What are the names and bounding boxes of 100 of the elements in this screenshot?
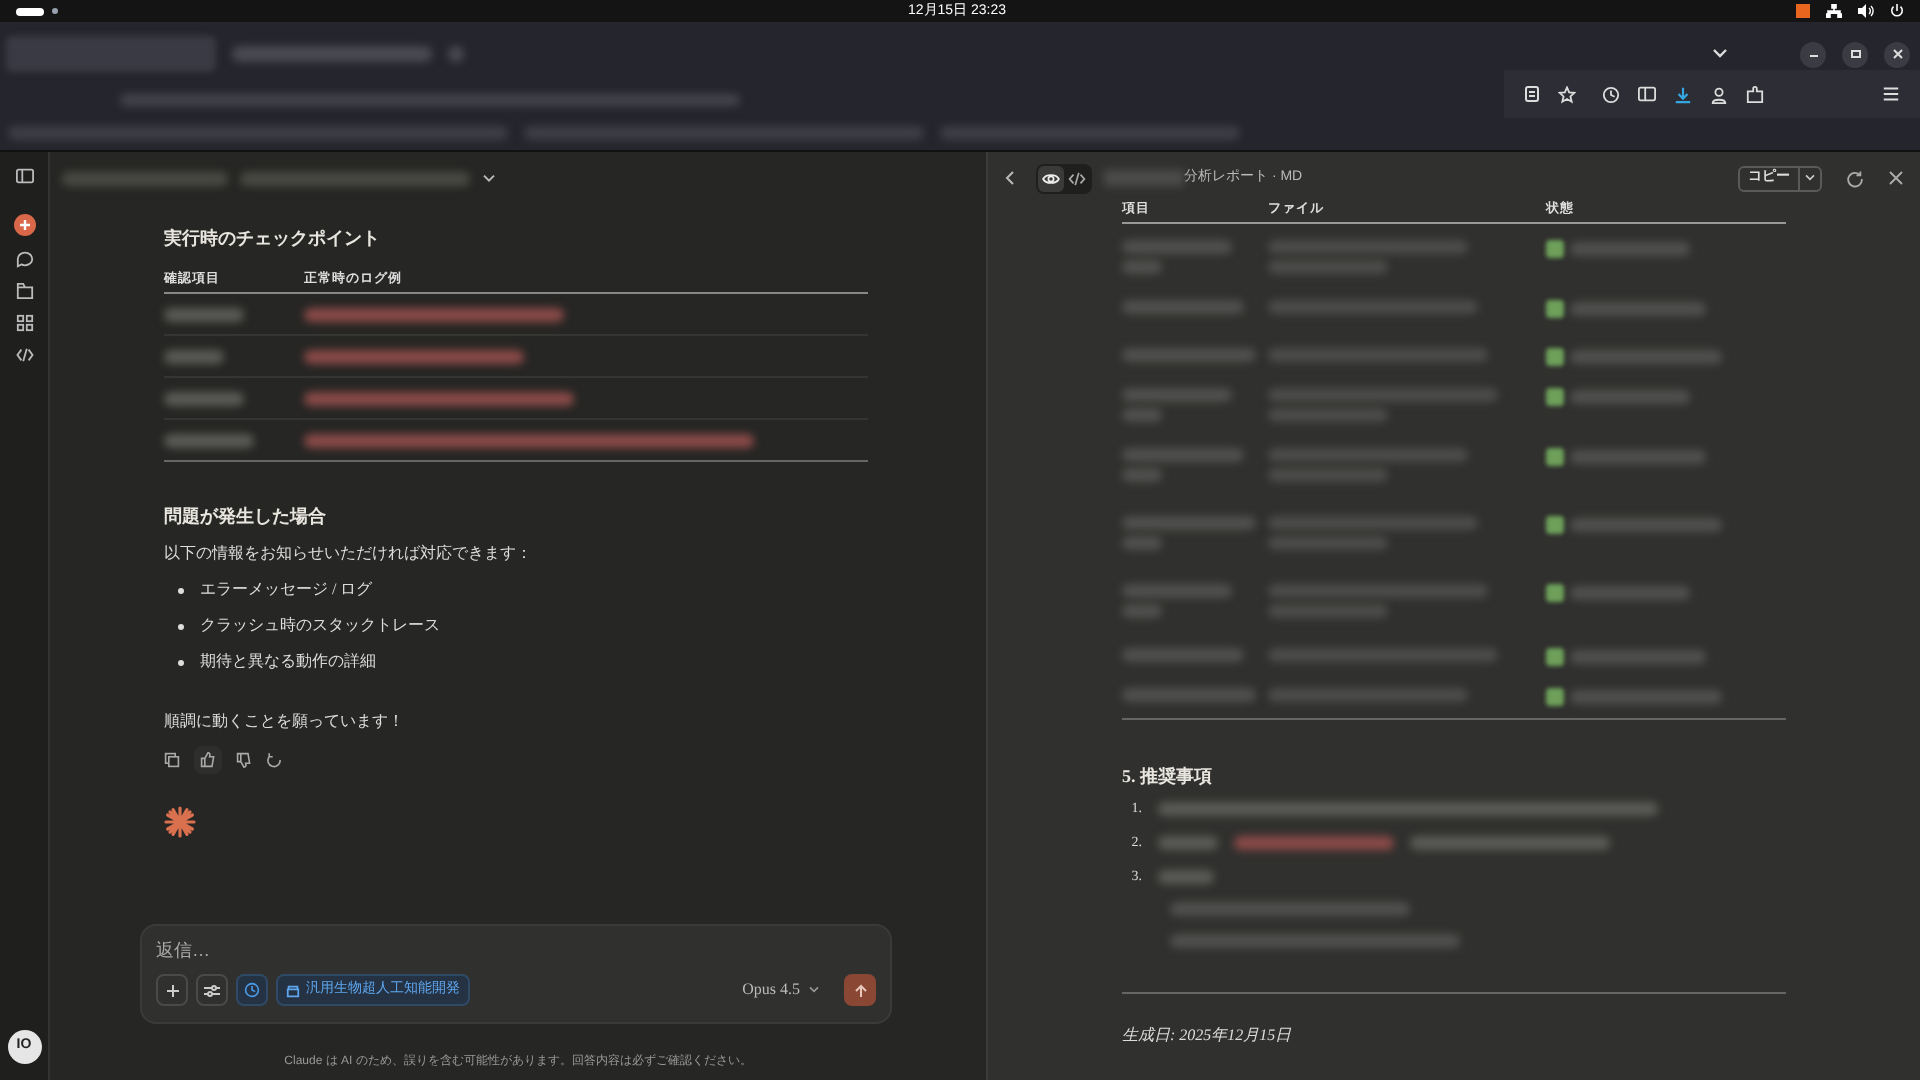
- bullet-icon: [178, 659, 184, 665]
- blurred-text: [1570, 650, 1706, 664]
- generated-date: 生成日: 2025年12月15日: [1122, 1024, 1294, 1048]
- grid-icon[interactable]: [15, 314, 33, 332]
- sliders-icon: [204, 983, 220, 997]
- section-heading: 問題が発生した場合: [164, 504, 328, 530]
- thumbs-up-icon[interactable]: [194, 746, 222, 774]
- blurred-text: [1268, 408, 1388, 422]
- close-icon[interactable]: [1888, 170, 1904, 186]
- blurred-text: [1122, 536, 1162, 550]
- blurred-text: [1122, 300, 1244, 314]
- clock-icon: [244, 982, 260, 998]
- chevron-down-icon: [808, 986, 820, 994]
- arrow-up-icon: [853, 983, 867, 997]
- chevron-down-icon[interactable]: [482, 173, 496, 183]
- tools-button[interactable]: [196, 974, 228, 1006]
- sidebar-icon[interactable]: [1638, 86, 1656, 102]
- code-icon[interactable]: [15, 346, 33, 364]
- blurred-text: [1158, 869, 1214, 883]
- spark-icon: [164, 806, 196, 838]
- blurred-text: [1268, 468, 1388, 482]
- copy-options-button[interactable]: [1798, 167, 1820, 189]
- send-button[interactable]: [844, 974, 876, 1006]
- blurred-text: [1122, 448, 1244, 462]
- blurred-text: [1570, 450, 1706, 464]
- reader-view-icon[interactable]: [1524, 86, 1540, 102]
- section-heading: 実行時のチェックポイント: [164, 226, 382, 252]
- eye-icon: [1042, 171, 1060, 185]
- preview-tab[interactable]: [1038, 165, 1064, 191]
- close-icon: [1891, 48, 1903, 60]
- status-icon: [1546, 516, 1564, 534]
- model-selector[interactable]: Opus 4.5: [742, 978, 820, 1002]
- blurred-text: [164, 391, 244, 405]
- new-chat-button[interactable]: [13, 214, 35, 236]
- reply-input[interactable]: 返信…: [156, 936, 756, 964]
- star-icon[interactable]: [1558, 85, 1576, 103]
- history-button[interactable]: [236, 974, 268, 1006]
- back-icon[interactable]: [1004, 170, 1016, 186]
- extension-icon[interactable]: [1746, 85, 1764, 103]
- blurred-text: [1122, 468, 1162, 482]
- workspace-indicator[interactable]: [16, 7, 44, 15]
- blurred-text: [1570, 390, 1690, 404]
- list-item: エラーメッセージ / ログ: [200, 578, 373, 602]
- blurred-filename: [1104, 170, 1184, 186]
- section-heading: 5. 推奨事項: [1122, 764, 1214, 788]
- blurred-text: [164, 433, 254, 447]
- sidebar-toggle-icon[interactable]: [15, 168, 33, 184]
- paragraph: 順調に動くことを願っています！: [164, 710, 406, 734]
- retry-icon[interactable]: [266, 752, 282, 768]
- bullet-icon: [178, 587, 184, 593]
- add-button[interactable]: [156, 974, 188, 1006]
- plus-icon: [17, 218, 31, 232]
- plus-icon: [165, 983, 179, 997]
- folder-icon[interactable]: [15, 282, 33, 300]
- blurred-text: [1122, 516, 1256, 530]
- blurred-text: [1122, 648, 1244, 662]
- blurred-text: [1268, 536, 1388, 550]
- close-button[interactable]: [1884, 41, 1910, 67]
- blurred-text: [1122, 688, 1256, 702]
- blurred-text: [1570, 586, 1690, 600]
- status-icon: [1546, 688, 1564, 706]
- blurred-text: [1122, 260, 1162, 274]
- list-item: クラッシュ時のスタックトレース: [200, 614, 440, 638]
- account-icon[interactable]: [1710, 85, 1728, 103]
- status-icon: [1546, 648, 1564, 666]
- restore-icon: [1849, 48, 1861, 60]
- copy-icon[interactable]: [164, 752, 180, 768]
- history-icon[interactable]: [1602, 85, 1620, 103]
- chat-bubbles-icon[interactable]: [15, 250, 33, 268]
- chevron-down-icon[interactable]: [1712, 48, 1728, 60]
- blurred-text: [1158, 835, 1218, 849]
- blurred-text: [164, 349, 224, 363]
- blurred-text: [1268, 604, 1388, 618]
- blurred-text: [1122, 584, 1232, 598]
- network-icon[interactable]: [1826, 4, 1842, 18]
- download-icon[interactable]: [1674, 85, 1692, 103]
- blurred-text: [164, 307, 244, 321]
- workspace-indicator[interactable]: [52, 8, 58, 14]
- volume-icon[interactable]: [1858, 4, 1874, 18]
- folder-icon: [286, 983, 300, 997]
- blurred-text: [1268, 260, 1388, 274]
- refresh-icon[interactable]: [1846, 169, 1864, 187]
- restore-button[interactable]: [1842, 41, 1868, 67]
- bullet-icon: [178, 623, 184, 629]
- chevron-down-icon: [1804, 174, 1816, 182]
- status-icon: [1546, 388, 1564, 406]
- status-icon: [1546, 448, 1564, 466]
- blurred-text: [1570, 242, 1690, 256]
- status-icon: [1546, 240, 1564, 258]
- menu-icon[interactable]: [1882, 86, 1900, 102]
- blurred-text: [1122, 388, 1232, 402]
- power-icon[interactable]: [1890, 4, 1904, 18]
- blurred-text: [1570, 302, 1706, 316]
- blurred-text: [1122, 348, 1256, 362]
- thumbs-down-icon[interactable]: [236, 752, 252, 768]
- blurred-text: [1122, 408, 1162, 422]
- blurred-text: [1122, 604, 1162, 618]
- blurred-text: [1122, 240, 1232, 254]
- list-item: 期待と異なる動作の詳細: [200, 650, 376, 674]
- minimize-button[interactable]: [1800, 41, 1826, 67]
